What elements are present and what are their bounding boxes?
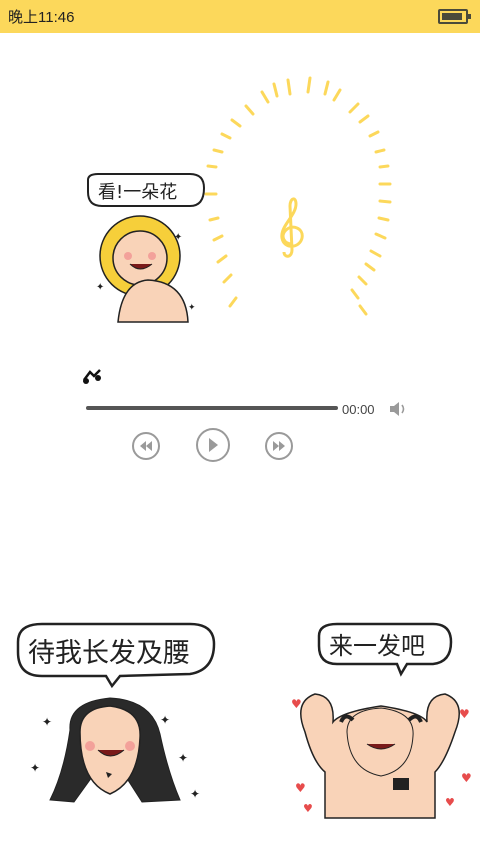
sticker-muscle: 来一发吧 ♥ ♥ ♥ ♥ ♥ ♥ <box>291 622 472 819</box>
status-bar: 晚上11:46 <box>0 0 480 33</box>
right-bubble-text: 来一发吧 <box>329 632 425 660</box>
treble-clef-icon <box>280 197 304 258</box>
svg-text:✦: ✦ <box>174 232 182 243</box>
svg-text:✦: ✦ <box>190 787 200 801</box>
fast-forward-icon <box>273 441 285 451</box>
status-time: 晚上11:46 <box>8 9 75 26</box>
progress-bar[interactable] <box>86 406 338 410</box>
music-note-icon <box>83 369 101 384</box>
album-cover-sticker: 看!一朵花 ✦ ✦ ✦ <box>87 173 206 323</box>
svg-text:✦: ✦ <box>178 751 188 765</box>
cover-bubble-text: 看!一朵花 <box>98 182 177 203</box>
svg-text:✦: ✦ <box>160 713 170 727</box>
sticker-long-hair: 待我长发及腰 ✦ ✦ ✦ ✦ ✦ <box>16 622 216 803</box>
svg-text:✦: ✦ <box>30 761 40 775</box>
svg-text:♥: ♥ <box>461 771 472 785</box>
play-icon <box>209 438 218 452</box>
svg-text:✦: ✦ <box>42 715 52 729</box>
play-button[interactable] <box>196 428 230 462</box>
svg-text:♥: ♥ <box>295 781 306 795</box>
fast-forward-button[interactable] <box>265 432 293 460</box>
rewind-button[interactable] <box>132 432 160 460</box>
svg-text:✦: ✦ <box>188 303 196 313</box>
svg-text:♥: ♥ <box>291 697 302 711</box>
volume-icon[interactable] <box>388 400 408 418</box>
rewind-icon <box>140 441 152 451</box>
svg-text:♥: ♥ <box>303 802 313 815</box>
left-bubble-text: 待我长发及腰 <box>28 638 190 669</box>
svg-text:♥: ♥ <box>445 796 455 809</box>
sunburst-decoration <box>204 76 392 316</box>
svg-text:♥: ♥ <box>459 707 470 721</box>
battery-icon <box>438 9 471 24</box>
elapsed-time: 00:00 <box>342 402 375 417</box>
svg-text:✦: ✦ <box>96 282 104 293</box>
